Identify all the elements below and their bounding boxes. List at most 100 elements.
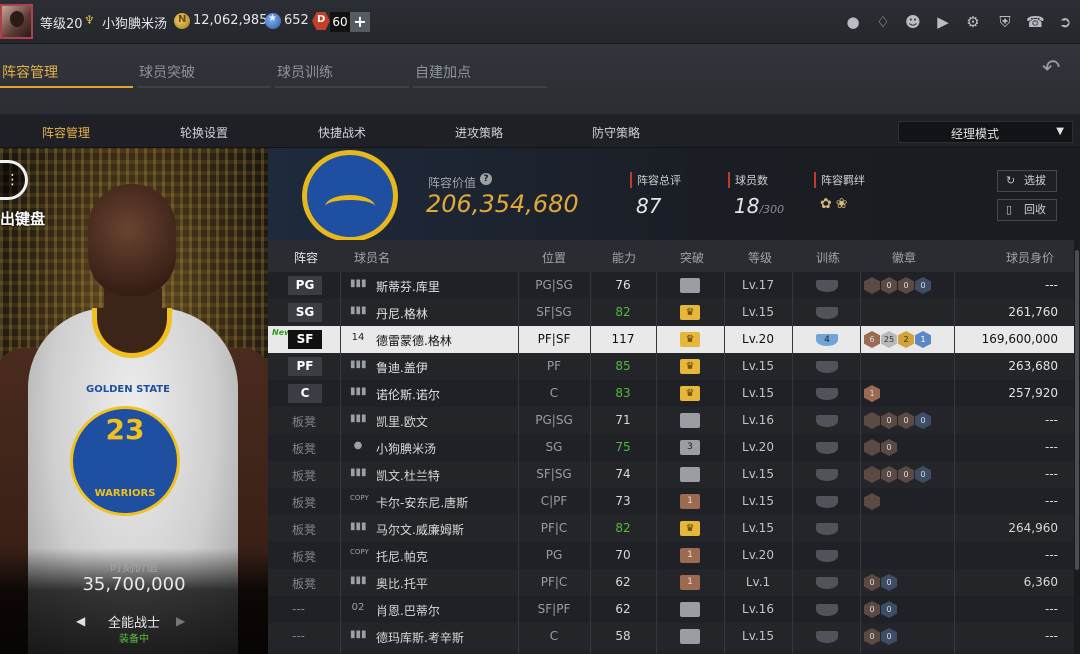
- player-card-panel: GOLDEN STATE 23 WARRIORS ⋮ 出键盘 时刻价值 35,7…: [0, 148, 268, 654]
- lineup-slot[interactable]: SF: [288, 330, 322, 349]
- badge-icon: 0: [881, 277, 897, 294]
- breakthrough-icon[interactable]: [680, 359, 700, 374]
- col-header-badges[interactable]: 徽章: [892, 249, 916, 266]
- badge-icon: [864, 439, 880, 456]
- back-arrow-icon[interactable]: ↶: [1042, 58, 1076, 80]
- breakthrough-icon[interactable]: 3: [680, 440, 700, 455]
- player-level: Lv.16: [742, 413, 774, 427]
- subtab-offense[interactable]: 进攻策略: [455, 124, 503, 141]
- breakthrough-icon[interactable]: [680, 332, 700, 347]
- user-icon[interactable]: ●: [844, 13, 862, 31]
- training-icon[interactable]: 4: [816, 334, 838, 346]
- jersey-number-icon: 14: [351, 332, 365, 343]
- tab-player-training[interactable]: 球员训练: [277, 62, 333, 82]
- signal-bars-icon: ▮▮▮: [350, 467, 367, 478]
- player-ability: 62: [615, 575, 631, 589]
- friends-icon[interactable]: ☻: [904, 13, 922, 31]
- skill-equipped-status: 装备中: [119, 634, 149, 645]
- breakthrough-icon[interactable]: [680, 602, 700, 617]
- training-icon[interactable]: [816, 442, 838, 454]
- training-icon[interactable]: [816, 388, 838, 400]
- badge-icon: 0: [898, 412, 914, 429]
- bench-slot: ---: [292, 629, 305, 643]
- tab-player-breakthrough[interactable]: 球员突破: [139, 62, 195, 82]
- training-icon[interactable]: [816, 604, 838, 616]
- player-value: ---: [1045, 548, 1058, 562]
- training-icon[interactable]: [816, 469, 838, 481]
- player-level: Lv.16: [742, 602, 774, 616]
- bell-icon[interactable]: ♢: [874, 13, 892, 31]
- badge-group[interactable]: 0: [864, 439, 898, 456]
- mode-select[interactable]: 经理模式 ▼: [898, 121, 1073, 143]
- tab-lineup-management[interactable]: 阵容管理: [2, 62, 58, 82]
- scrollbar-thumb[interactable]: [1075, 250, 1079, 570]
- next-arrow-icon[interactable]: ▶: [176, 614, 185, 628]
- badge-group[interactable]: 00: [864, 574, 898, 591]
- badge-group[interactable]: 000: [864, 466, 932, 483]
- badge-group[interactable]: 1: [864, 385, 881, 402]
- recycle-button[interactable]: ▯ 回收: [997, 199, 1057, 221]
- breakthrough-icon[interactable]: [680, 521, 700, 536]
- exit-icon[interactable]: ➲: [1056, 13, 1074, 31]
- player-level: Lv.15: [742, 386, 774, 400]
- bond-icon[interactable]: ✿❀: [820, 196, 851, 212]
- badge-group[interactable]: 000: [864, 277, 932, 294]
- col-header-value[interactable]: 球员身价: [1006, 249, 1054, 266]
- col-header-ability[interactable]: 能力: [612, 249, 636, 266]
- subtab-lineup[interactable]: 阵容管理: [42, 124, 90, 141]
- lineup-slot[interactable]: PF: [288, 357, 322, 376]
- player-count-value: 18: [734, 194, 760, 218]
- pick-button[interactable]: ↻ 选拔: [997, 170, 1057, 192]
- gear-icon[interactable]: ⚙: [964, 13, 982, 31]
- breakthrough-icon[interactable]: [680, 629, 700, 644]
- training-icon[interactable]: [816, 496, 838, 508]
- training-icon[interactable]: [816, 361, 838, 373]
- breakthrough-icon[interactable]: 1: [680, 575, 700, 590]
- subtab-defense[interactable]: 防守策略: [592, 124, 640, 141]
- help-icon[interactable]: ?: [480, 173, 492, 185]
- column-divider: [518, 272, 519, 654]
- add-token-button[interactable]: +: [350, 12, 370, 32]
- breakthrough-icon[interactable]: 1: [680, 494, 700, 509]
- player-name: 斯蒂芬.库里: [376, 280, 440, 294]
- badge-group[interactable]: 00: [864, 601, 898, 618]
- training-icon[interactable]: [816, 577, 838, 589]
- breakthrough-icon[interactable]: [680, 413, 700, 428]
- breakthrough-icon[interactable]: [680, 305, 700, 320]
- col-header-breakthrough[interactable]: 突破: [680, 249, 704, 266]
- badge-group[interactable]: 000: [864, 412, 932, 429]
- training-icon[interactable]: [816, 415, 838, 427]
- player-value: 257,920: [1008, 386, 1058, 400]
- breakthrough-icon[interactable]: 1: [680, 548, 700, 563]
- training-icon[interactable]: [816, 631, 838, 643]
- lineup-value-label: 阵容价值: [428, 176, 477, 190]
- player-name: 马尔文.威廉姆斯: [376, 523, 464, 537]
- keyboard-label[interactable]: 出键盘: [0, 208, 45, 229]
- player-name: 丹尼.格林: [376, 307, 428, 321]
- training-icon[interactable]: [816, 523, 838, 535]
- lineup-slot[interactable]: PG: [288, 276, 322, 295]
- col-header-training[interactable]: 训练: [816, 249, 840, 266]
- col-header-level[interactable]: 等级: [748, 249, 772, 266]
- badge-group[interactable]: 6 25 2 1: [864, 331, 932, 348]
- badge-group[interactable]: 00: [864, 628, 898, 645]
- breakthrough-icon[interactable]: [680, 467, 700, 482]
- subtab-rotation[interactable]: 轮换设置: [180, 124, 228, 141]
- breakthrough-icon[interactable]: [680, 278, 700, 293]
- training-icon[interactable]: [816, 280, 838, 292]
- player-level: Lv.15: [742, 494, 774, 508]
- tab-custom-points[interactable]: 自建加点: [415, 62, 471, 82]
- training-icon[interactable]: [816, 307, 838, 319]
- badge-group[interactable]: [864, 493, 881, 510]
- player-name: 卡尔-安东尼.唐斯: [376, 496, 469, 510]
- headset-icon[interactable]: ☎: [1026, 13, 1045, 31]
- player-level: Lv.17: [742, 278, 774, 292]
- video-icon[interactable]: ▶: [934, 13, 952, 31]
- shield-icon[interactable]: ⛨: [996, 13, 1014, 31]
- training-icon[interactable]: [816, 550, 838, 562]
- subtab-quick-tactics[interactable]: 快捷战术: [318, 124, 366, 141]
- lineup-slot[interactable]: C: [288, 384, 322, 403]
- breakthrough-icon[interactable]: [680, 386, 700, 401]
- lineup-slot[interactable]: SG: [288, 303, 322, 322]
- avatar[interactable]: [0, 4, 33, 39]
